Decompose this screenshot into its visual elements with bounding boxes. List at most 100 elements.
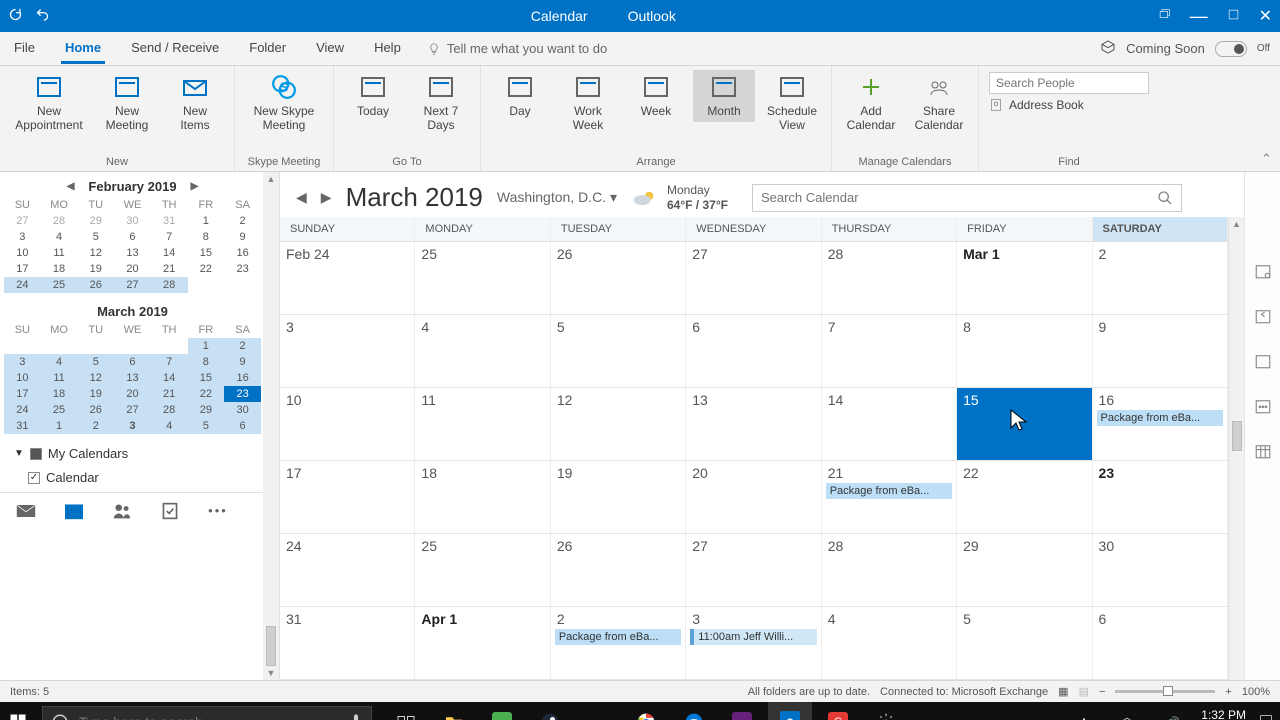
calendar-cell[interactable]: 5	[551, 315, 686, 387]
dropbox-icon[interactable]: ⬡	[1122, 716, 1132, 720]
minical-day[interactable]: 28	[151, 277, 188, 293]
settings-icon[interactable]	[864, 702, 908, 720]
minical-day[interactable]: 8	[188, 229, 225, 245]
next7days-button[interactable]: Next 7 Days	[410, 70, 472, 136]
calendar-cell[interactable]: 26	[551, 242, 686, 314]
vs-icon[interactable]: ∞	[720, 702, 764, 720]
view-normal-icon[interactable]: ▦	[1058, 685, 1068, 698]
calendar-cell[interactable]: Mar 1	[957, 242, 1092, 314]
coming-soon-toggle[interactable]	[1215, 41, 1247, 57]
minical-day[interactable]: 30	[224, 402, 261, 418]
minical-day[interactable]: 28	[41, 213, 78, 229]
minical-day[interactable]: 26	[77, 277, 114, 293]
minical-day[interactable]: 20	[114, 261, 151, 277]
minical-day[interactable]: 15	[188, 370, 225, 386]
calendar-cell[interactable]: 29	[957, 534, 1092, 606]
minical-day[interactable]: 28	[151, 402, 188, 418]
peek-month-icon[interactable]	[1254, 442, 1272, 463]
close-icon[interactable]: ✕	[1259, 6, 1272, 26]
minical-day[interactable]: 3	[4, 229, 41, 245]
taskbar-search-input[interactable]	[79, 714, 339, 720]
minical-day[interactable]: 18	[41, 261, 78, 277]
minical-day[interactable]: 5	[188, 418, 225, 434]
calendar-cell[interactable]: 30	[1093, 534, 1228, 606]
schedule-view-button[interactable]: Schedule View	[761, 70, 823, 136]
minical-day[interactable]: 19	[77, 386, 114, 402]
workweek-view-button[interactable]: Work Week	[557, 70, 619, 136]
calendar-cell[interactable]: 21Package from eBa...	[822, 461, 957, 533]
minical-day[interactable]: 22	[188, 261, 225, 277]
minical-day[interactable]: 21	[151, 386, 188, 402]
minical-day[interactable]: 13	[114, 245, 151, 261]
taskbar-search[interactable]	[42, 706, 372, 720]
notifications-icon[interactable]	[1258, 713, 1274, 720]
calendar-cell[interactable]: 6	[1093, 607, 1228, 679]
minical-day[interactable]: 3	[114, 418, 151, 434]
minical-day[interactable]: 31	[4, 418, 41, 434]
weather-widget[interactable]: Monday64°F / 37°F	[631, 183, 728, 212]
tab-send-receive[interactable]: Send / Receive	[127, 34, 223, 64]
minical-day[interactable]: 10	[4, 245, 41, 261]
minical-day[interactable]: 26	[77, 402, 114, 418]
people-icon[interactable]	[112, 501, 132, 521]
calendar-event[interactable]: Package from eBa...	[826, 483, 952, 499]
peek-back-icon[interactable]	[1254, 307, 1272, 328]
minical-day[interactable]: 25	[41, 402, 78, 418]
calendar-cell[interactable]: 16Package from eBa...	[1093, 388, 1228, 460]
today-button[interactable]: Today	[342, 70, 404, 122]
add-calendar-button[interactable]: Add Calendar	[840, 70, 902, 136]
minical-day[interactable]: 12	[77, 370, 114, 386]
minical-day[interactable]: 17	[4, 386, 41, 402]
zoom-slider[interactable]	[1115, 690, 1215, 693]
minical-day[interactable]: 22	[188, 386, 225, 402]
minical-day[interactable]	[4, 338, 41, 354]
calendar-event[interactable]: Package from eBa...	[555, 629, 681, 645]
minical-day[interactable]: 18	[41, 386, 78, 402]
minical-day[interactable]: 20	[114, 386, 151, 402]
calendar-cell[interactable]: 10	[280, 388, 415, 460]
calendar-cell[interactable]: 24	[280, 534, 415, 606]
calendar-cell[interactable]: 14	[822, 388, 957, 460]
minical-day[interactable]: 13	[114, 370, 151, 386]
minical-day[interactable]: 16	[224, 370, 261, 386]
location-dropdown[interactable]: Washington, D.C. ▾	[497, 189, 617, 206]
start-button[interactable]	[0, 702, 36, 720]
tell-me-input[interactable]: Tell me what you want to do	[447, 41, 607, 56]
calendar-cell[interactable]: 28	[822, 242, 957, 314]
calendar-module-icon[interactable]	[64, 501, 84, 521]
minical-day[interactable]: 7	[151, 354, 188, 370]
file-explorer-icon[interactable]	[432, 702, 476, 720]
calendar-cell[interactable]: 25	[415, 242, 550, 314]
calendar-cell[interactable]: 311:00am Jeff Willi...	[686, 607, 821, 679]
calendar-cell[interactable]: 4	[415, 315, 550, 387]
minical-day[interactable]	[151, 338, 188, 354]
minical-day[interactable]	[41, 338, 78, 354]
minical-day[interactable]: 2	[77, 418, 114, 434]
prev-month-icon[interactable]: ◀	[296, 189, 307, 206]
calendar-cell[interactable]: 12	[551, 388, 686, 460]
network-icon[interactable]: ▬	[1144, 716, 1155, 720]
minical-day[interactable]: 5	[77, 229, 114, 245]
undo-icon[interactable]	[35, 7, 50, 25]
calendar-event[interactable]: 11:00am Jeff Willi...	[690, 629, 816, 645]
minical-day[interactable]: 4	[151, 418, 188, 434]
calendar-cell[interactable]: Apr 1	[415, 607, 550, 679]
minical-day[interactable]: 27	[4, 213, 41, 229]
minical-day[interactable]: 6	[224, 418, 261, 434]
chrome-icon[interactable]	[624, 702, 668, 720]
calendar-cell[interactable]: 4	[822, 607, 957, 679]
minical-day[interactable]: 27	[114, 277, 151, 293]
edge-icon[interactable]	[672, 702, 716, 720]
calendar-search[interactable]	[752, 184, 1182, 212]
tab-help[interactable]: Help	[370, 34, 405, 64]
calendar-cell[interactable]: 9	[1093, 315, 1228, 387]
calendar-cell[interactable]: 17	[280, 461, 415, 533]
minical-day[interactable]	[114, 338, 151, 354]
minical-day[interactable]: 25	[41, 277, 78, 293]
tray-chevron-icon[interactable]: ˄	[1081, 716, 1087, 720]
calendar-cell[interactable]: 2	[1093, 242, 1228, 314]
minical-day[interactable]: 31	[151, 213, 188, 229]
minical-day[interactable]: 30	[114, 213, 151, 229]
group-checkbox[interactable]	[30, 448, 42, 460]
minical-day[interactable]: 6	[114, 229, 151, 245]
